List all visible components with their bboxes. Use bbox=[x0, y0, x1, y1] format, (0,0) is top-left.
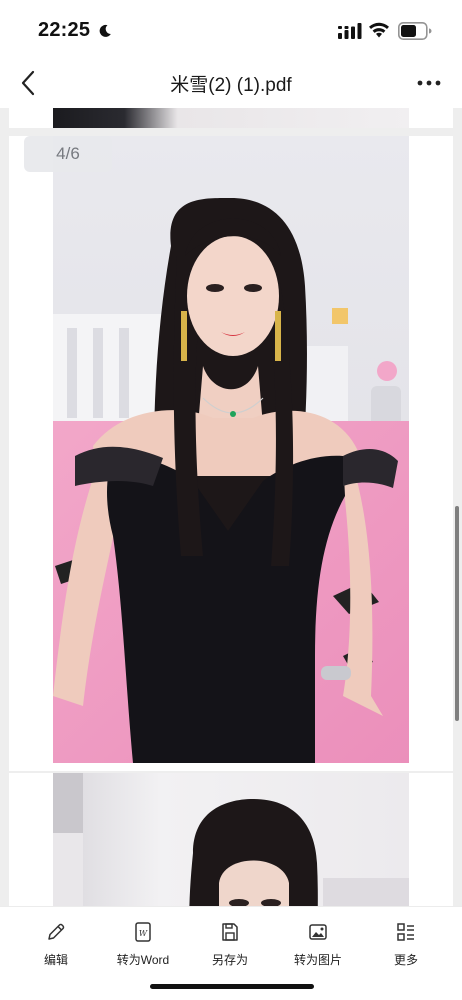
convert-to-word-button[interactable]: W 转为Word bbox=[103, 921, 183, 968]
pdf-page-next[interactable] bbox=[9, 773, 453, 906]
pdf-page-current[interactable] bbox=[9, 136, 453, 771]
ellipsis-icon bbox=[417, 80, 441, 86]
grid-more-icon bbox=[397, 923, 414, 941]
nav-bar: 米雪(2) (1).pdf bbox=[0, 58, 462, 108]
pdf-viewer[interactable]: 4/6 bbox=[0, 108, 462, 906]
wifi-icon bbox=[369, 22, 389, 38]
word-document-icon: W bbox=[135, 922, 151, 942]
svg-text:W: W bbox=[139, 929, 148, 938]
document-title: 米雪(2) (1).pdf bbox=[170, 75, 292, 96]
edit-button[interactable]: 编辑 bbox=[16, 921, 96, 968]
page-indicator: 4/6 bbox=[24, 136, 112, 172]
status-bar: 22:25 bbox=[0, 0, 462, 58]
portrait-photo bbox=[53, 773, 409, 906]
convert-to-image-label: 转为图片 bbox=[293, 953, 342, 967]
pencil-icon bbox=[48, 923, 65, 940]
save-as-button[interactable]: 另存为 bbox=[190, 921, 270, 968]
pdf-page-previous[interactable] bbox=[9, 108, 453, 128]
edit-label: 编辑 bbox=[43, 953, 68, 967]
convert-to-image-button[interactable]: 转为图片 bbox=[278, 921, 358, 968]
moon-icon bbox=[99, 24, 111, 37]
home-indicator bbox=[150, 984, 314, 989]
status-time: 22:25 bbox=[38, 19, 91, 41]
save-as-label: 另存为 bbox=[211, 953, 248, 967]
page-photo bbox=[53, 773, 409, 906]
more-button[interactable]: 更多 bbox=[366, 921, 446, 968]
portrait-photo bbox=[53, 136, 409, 763]
page-photo bbox=[53, 136, 409, 763]
battery-icon bbox=[398, 22, 432, 40]
scrollbar[interactable] bbox=[455, 506, 459, 721]
more-options-button[interactable] bbox=[412, 68, 446, 98]
convert-to-word-label: 转为Word bbox=[116, 953, 170, 967]
save-icon bbox=[222, 923, 238, 941]
page-photo bbox=[53, 108, 409, 128]
cellular-signal-icon bbox=[338, 23, 362, 39]
image-icon bbox=[309, 924, 327, 940]
more-label: 更多 bbox=[393, 953, 418, 967]
